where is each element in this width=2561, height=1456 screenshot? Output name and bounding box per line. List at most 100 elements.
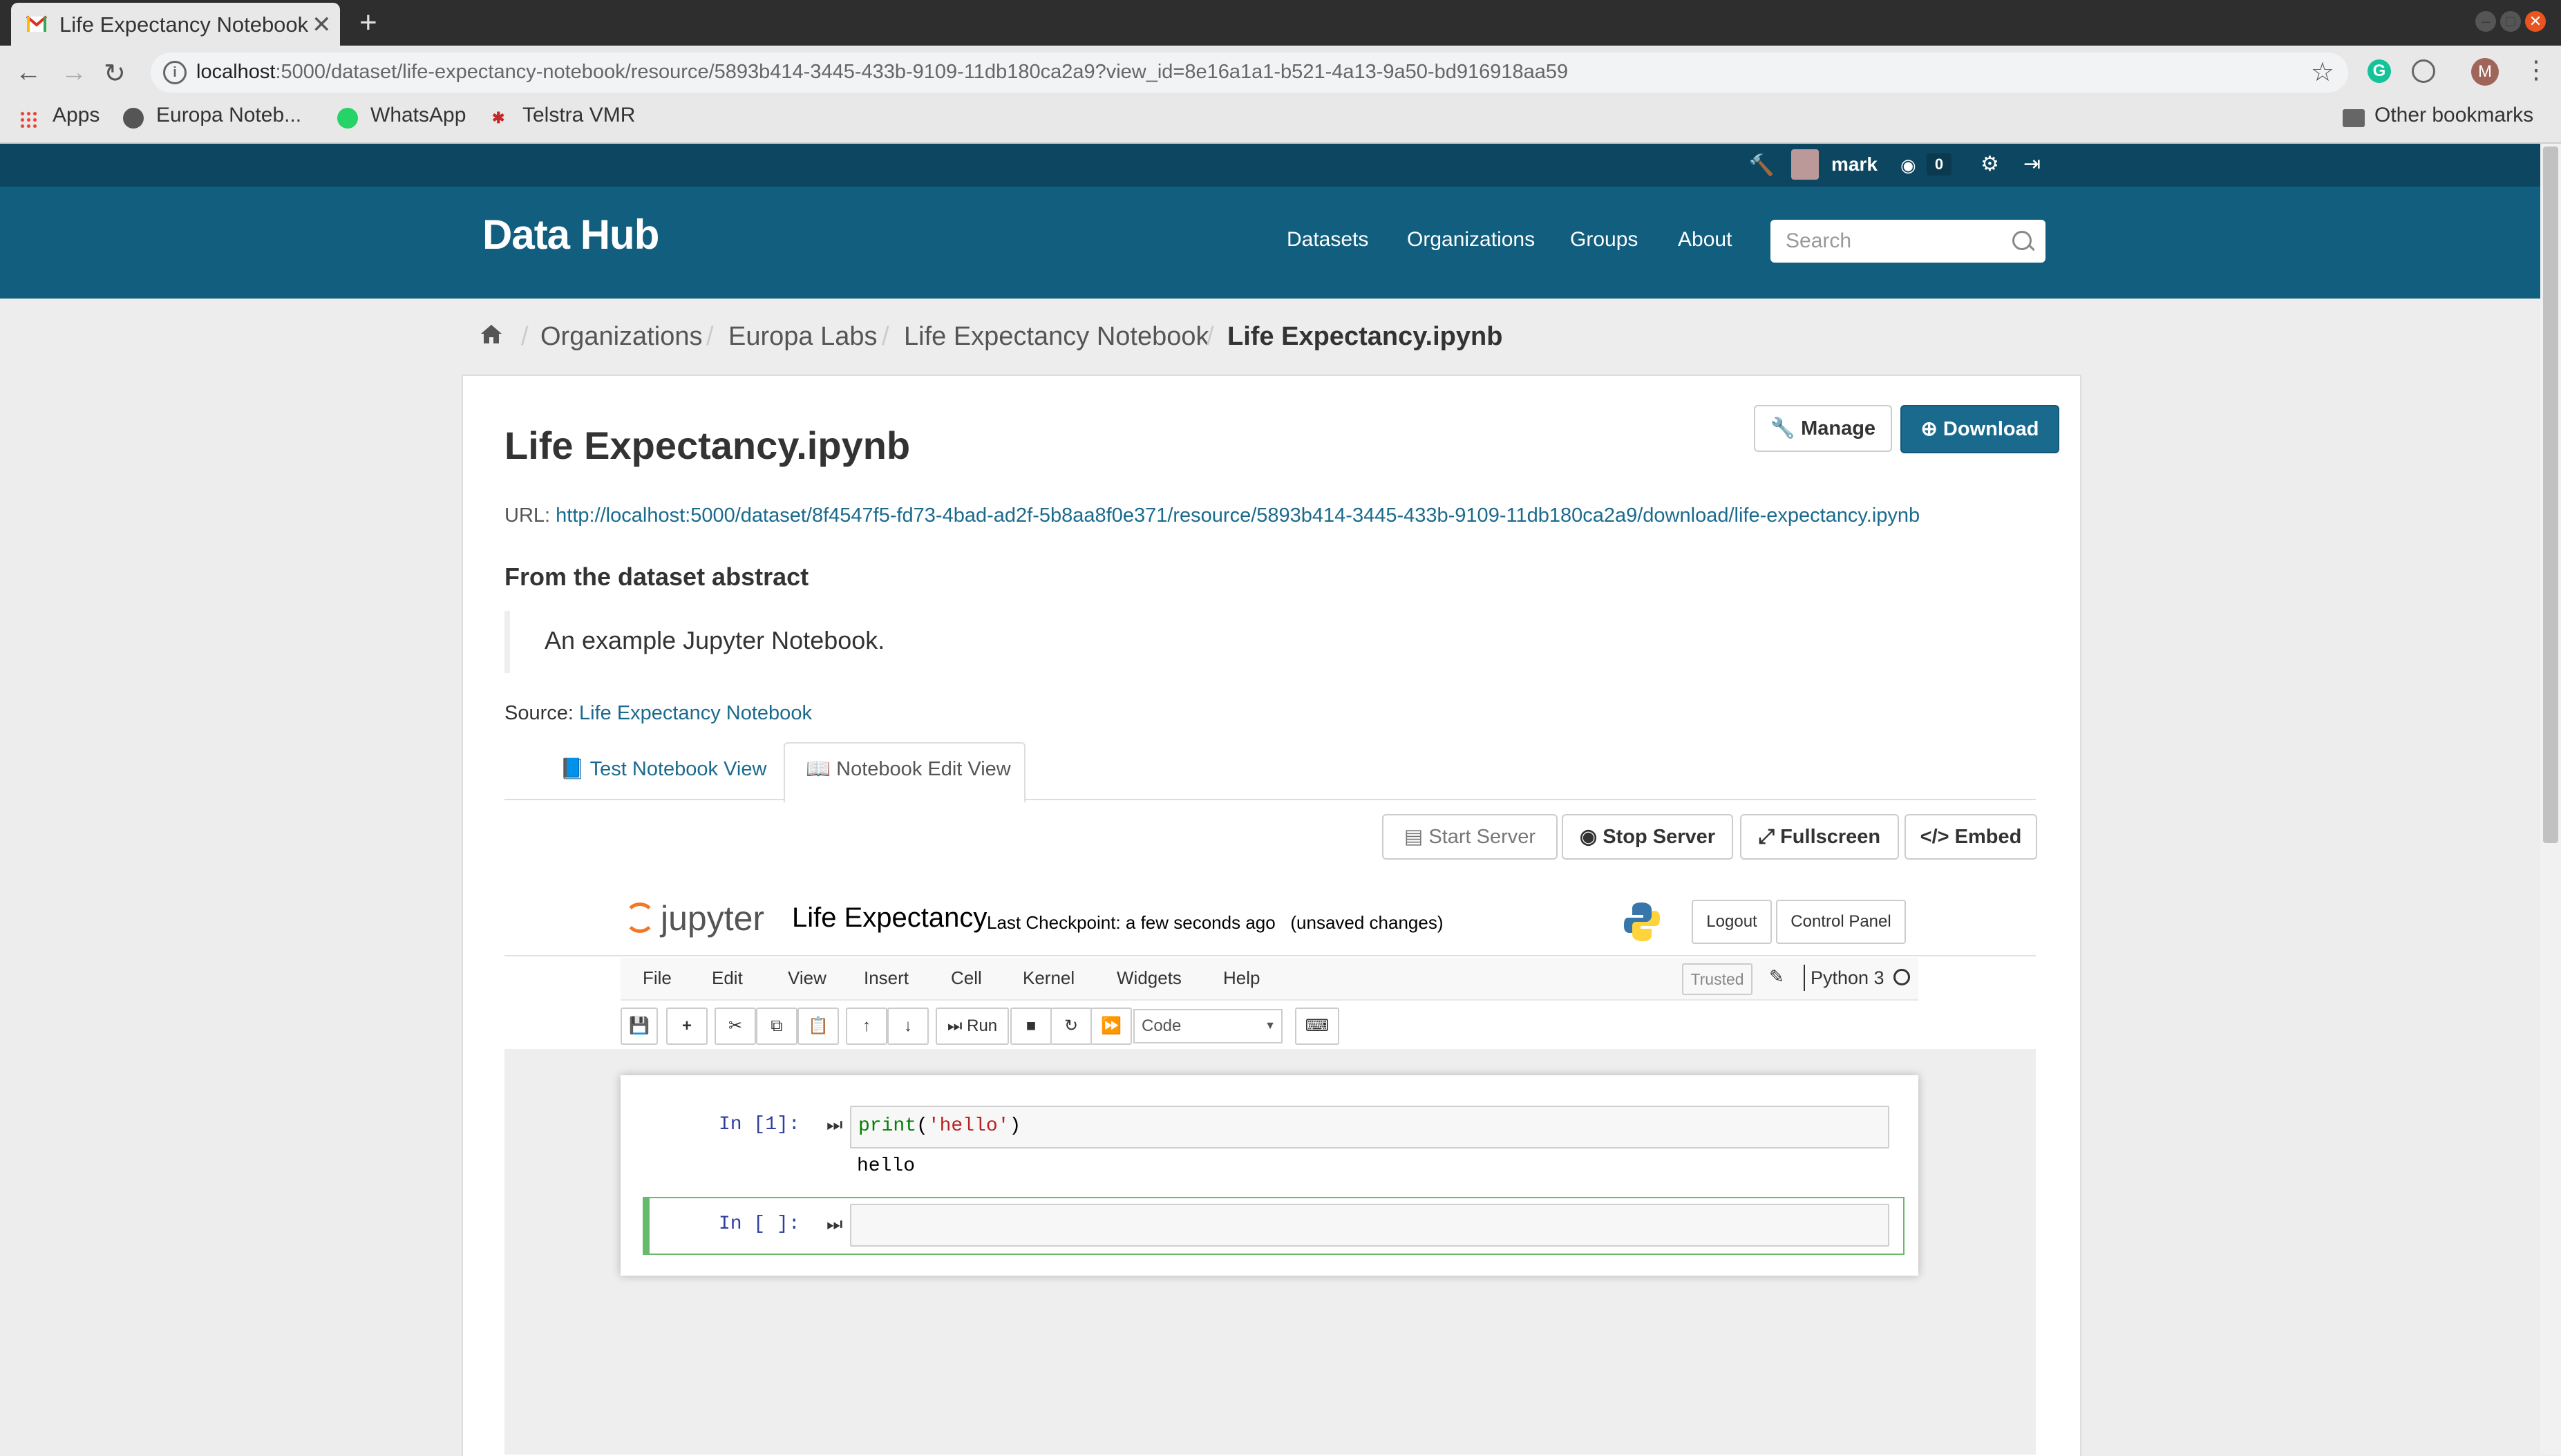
save-icon[interactable]: 💾 <box>621 1008 658 1045</box>
interrupt-stop-icon[interactable]: ■ <box>1010 1008 1052 1045</box>
fullscreen-button[interactable]: ⤢ Fullscreen <box>1740 814 1899 860</box>
nav-organizations[interactable]: Organizations <box>1407 228 1535 252</box>
account-username[interactable]: mark <box>1831 153 1878 176</box>
minimize-window-icon[interactable]: – <box>2475 11 2496 32</box>
code-icon: </> <box>1920 826 1949 848</box>
insert-cell-plus-icon[interactable]: + <box>666 1008 708 1045</box>
menu-edit[interactable]: Edit <box>712 967 743 989</box>
other-bookmarks[interactable]: Other bookmarks <box>2374 104 2533 127</box>
bookmark-whatsapp[interactable]: WhatsApp <box>370 104 466 127</box>
folder-icon <box>2343 109 2365 127</box>
resource-url-link[interactable]: http://localhost:5000/dataset/8f4547f5-f… <box>556 504 1920 527</box>
notebook-name[interactable]: Life Expectancy <box>792 902 987 934</box>
profile-avatar[interactable]: M <box>2471 58 2499 86</box>
edit-pencil-icon[interactable]: ✎ <box>1769 966 1784 987</box>
start-server-button[interactable]: ▤ Start Server <box>1382 814 1558 860</box>
code-paren: ( <box>916 1115 928 1137</box>
menu-widgets[interactable]: Widgets <box>1117 967 1182 989</box>
browser-menu-icon[interactable]: ⋮ <box>2524 55 2549 84</box>
keyboard-shortcuts-icon[interactable]: ⌨ <box>1295 1008 1339 1045</box>
run-cell-icon[interactable]: ⏭ <box>826 1213 842 1236</box>
cell-type-select[interactable]: Code ▼ <box>1133 1009 1283 1043</box>
move-down-arrow-icon[interactable]: ↓ <box>887 1008 929 1045</box>
book-icon: 📖 <box>806 758 831 780</box>
dashboard-icon[interactable]: ◉ <box>1900 155 1916 176</box>
jupyter-header-divider <box>504 955 2036 956</box>
nav-datasets[interactable]: Datasets <box>1287 228 1368 252</box>
start-server-label: Start Server <box>1428 826 1536 848</box>
run-button[interactable]: ⏭ Run <box>936 1008 1009 1045</box>
code-cell-input[interactable]: print('hello') <box>850 1106 1889 1148</box>
nav-about[interactable]: About <box>1678 228 1732 252</box>
breadcrumb-europa-labs[interactable]: Europa Labs <box>728 322 878 352</box>
bookmark-star-icon[interactable]: ☆ <box>2311 57 2334 88</box>
download-button-label: Download <box>1943 418 2039 440</box>
settings-gear-icon[interactable]: ⚙ <box>1981 152 1999 176</box>
restart-run-all-icon[interactable]: ⏩ <box>1090 1008 1132 1045</box>
restart-icon[interactable]: ↻ <box>1050 1008 1092 1045</box>
code-cell-input-empty[interactable] <box>850 1204 1889 1247</box>
extension-icon[interactable] <box>2412 59 2435 83</box>
checkpoint-status: Last Checkpoint: a few seconds ago (unsa… <box>987 912 1444 934</box>
move-up-arrow-icon[interactable]: ↑ <box>846 1008 887 1045</box>
close-window-icon[interactable]: ✕ <box>2525 11 2546 32</box>
breadcrumb-resource[interactable]: Life Expectancy.ipynb <box>1227 322 1502 352</box>
menu-file[interactable]: File <box>643 967 672 989</box>
copy-icon[interactable]: ⧉ <box>756 1008 797 1045</box>
nav-groups[interactable]: Groups <box>1570 228 1638 252</box>
manage-button[interactable]: 🔧 Manage <box>1754 405 1892 452</box>
autosave-status: (unsaved changes) <box>1290 912 1444 933</box>
menu-cell[interactable]: Cell <box>951 967 982 989</box>
jupyter-logo[interactable]: jupyter <box>625 898 764 938</box>
menu-help[interactable]: Help <box>1223 967 1260 989</box>
site-brand[interactable]: Data Hub <box>482 211 659 258</box>
reload-icon[interactable]: ↻ <box>104 58 126 89</box>
maximize-window-icon[interactable]: □ <box>2500 11 2521 32</box>
code-function: print <box>858 1115 917 1137</box>
page-scrollbar-thumb[interactable] <box>2543 146 2558 843</box>
tab-notebook-edit-view[interactable]: 📖 Notebook Edit View <box>784 742 1026 803</box>
logout-button[interactable]: Logout <box>1692 900 1772 944</box>
download-button[interactable]: ⊕ Download <box>1900 405 2059 453</box>
stop-server-button[interactable]: ◉ Stop Server <box>1562 814 1733 860</box>
user-avatar[interactable] <box>1791 149 1819 180</box>
bookmark-europa-notebook[interactable]: Europa Noteb... <box>156 104 301 127</box>
forward-arrow-icon[interactable]: → <box>61 58 87 88</box>
activity-count-badge[interactable]: 0 <box>1927 153 1952 176</box>
breadcrumb-separator: / <box>1207 322 1214 351</box>
bookmark-telstra-vmr[interactable]: Telstra VMR <box>522 104 635 127</box>
menu-insert[interactable]: Insert <box>864 967 909 989</box>
new-tab-button[interactable]: + <box>359 6 377 40</box>
breadcrumb-organizations[interactable]: Organizations <box>540 322 702 352</box>
apps-grid-icon <box>19 111 37 129</box>
bookmark-apps[interactable]: Apps <box>53 104 100 127</box>
home-icon[interactable] <box>480 322 503 346</box>
logout-icon[interactable]: ⇥ <box>2023 152 2041 176</box>
kernel-name[interactable]: Python 3 <box>1811 967 1884 989</box>
cut-scissors-icon[interactable]: ✂ <box>715 1008 756 1045</box>
embed-label: Embed <box>1954 826 2022 848</box>
menu-kernel[interactable]: Kernel <box>1023 967 1075 989</box>
browser-tab[interactable]: Life Expectancy Notebook ✕ <box>11 3 340 46</box>
site-info-icon[interactable]: i <box>163 61 187 84</box>
paste-icon[interactable]: 📋 <box>797 1008 839 1045</box>
search-icon[interactable] <box>2012 231 2032 250</box>
run-cell-icon[interactable]: ⏭ <box>826 1114 842 1136</box>
embed-button[interactable]: </> Embed <box>1905 814 2037 860</box>
breadcrumb-dataset[interactable]: Life Expectancy Notebook <box>904 322 1209 352</box>
tab-test-notebook-view[interactable]: 📘 Test Notebook View <box>560 757 766 814</box>
grammarly-extension-icon[interactable]: G <box>2368 59 2391 83</box>
sysadmin-gavel-icon[interactable]: 🔨 <box>1748 153 1774 178</box>
code-line: print('hello') <box>858 1115 1021 1137</box>
cell-type-value: Code <box>1142 1017 1182 1035</box>
trusted-indicator[interactable]: Trusted <box>1682 963 1752 995</box>
resource-url: URL: http://localhost:5000/dataset/8f454… <box>504 504 1920 527</box>
address-bar[interactable]: i localhost:5000/dataset/life-expectancy… <box>151 53 2348 93</box>
control-panel-button[interactable]: Control Panel <box>1776 900 1906 944</box>
source-link[interactable]: Life Expectancy Notebook <box>579 702 812 724</box>
tab-close-icon[interactable]: ✕ <box>312 11 332 39</box>
menu-view[interactable]: View <box>788 967 826 989</box>
site-search-input[interactable]: Search <box>1770 220 2045 263</box>
cell-output: hello <box>857 1155 916 1177</box>
back-arrow-icon[interactable]: ← <box>15 58 41 88</box>
